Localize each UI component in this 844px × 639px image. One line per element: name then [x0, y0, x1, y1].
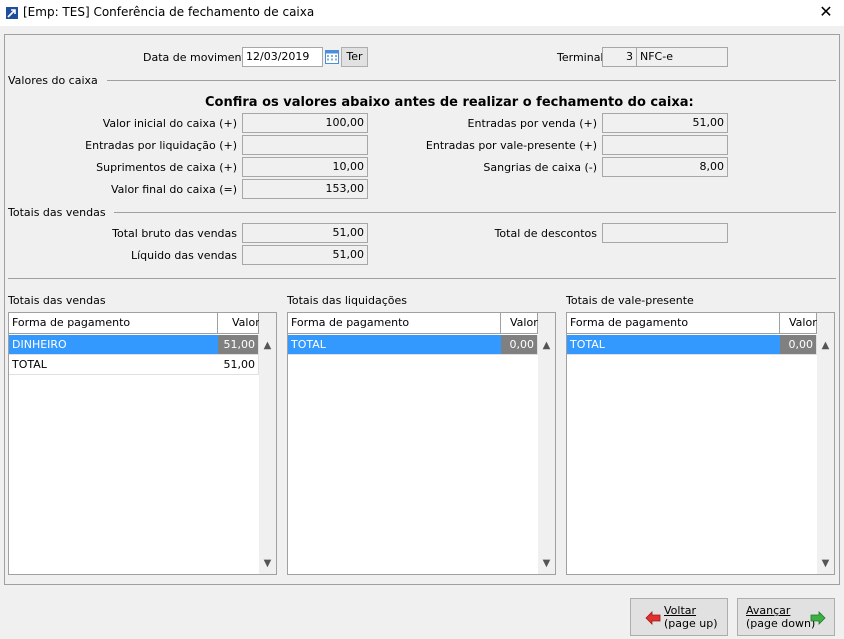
cell-forma: TOTAL: [567, 335, 780, 355]
grid-liquidacoes-title: Totais das liquidações: [287, 294, 407, 307]
data-movimento-label: Data de movimento: [143, 51, 253, 64]
entradas-venda-label: Entradas por venda (+): [467, 117, 597, 130]
grid-header: Forma de pagamento Valor: [9, 313, 260, 334]
table-row[interactable]: TOTAL 51,00: [9, 355, 259, 375]
total-descontos-field: [602, 223, 728, 243]
grid-header: Forma de pagamento Valor: [567, 313, 817, 334]
arrow-left-icon: [645, 611, 661, 625]
suprimentos-label: Suprimentos de caixa (+): [96, 161, 237, 174]
grid-liquidacoes[interactable]: Forma de pagamento Valor TOTAL 0,00 ▲ ▼: [287, 312, 556, 575]
grid-vendas[interactable]: Forma de pagamento Valor DINHEIRO 51,00 …: [8, 312, 277, 575]
voltar-button[interactable]: Voltar (page up): [630, 598, 728, 636]
entradas-vale-field: [602, 135, 728, 155]
table-row[interactable]: DINHEIRO 51,00: [9, 335, 259, 355]
cell-valor: 0,00: [780, 335, 817, 355]
day-of-week-button[interactable]: Ter: [341, 47, 368, 67]
cell-forma: DINHEIRO: [9, 335, 218, 355]
entradas-liquidacao-label: Entradas por liquidação (+): [85, 139, 237, 152]
app-icon: [6, 7, 18, 19]
sangrias-label: Sangrias de caixa (-): [483, 161, 597, 174]
grids-separator: [8, 278, 836, 279]
avancar-button[interactable]: Avançar (page down): [737, 598, 835, 636]
vertical-scrollbar[interactable]: ▲ ▼: [538, 313, 555, 574]
table-row[interactable]: TOTAL 0,00: [567, 335, 817, 355]
window-title: [Emp: TES] Conferência de fechamento de …: [23, 5, 315, 19]
terminal-name-field: NFC-e: [636, 47, 728, 67]
col-valor[interactable]: Valor: [780, 313, 817, 334]
valores-separator: [107, 80, 836, 81]
table-row[interactable]: TOTAL 0,00: [288, 335, 538, 355]
scroll-up-icon[interactable]: ▲: [538, 337, 555, 354]
col-forma-pagamento[interactable]: Forma de pagamento: [9, 313, 218, 334]
col-valor[interactable]: Valor: [218, 313, 260, 334]
scroll-up-icon[interactable]: ▲: [817, 337, 834, 354]
valor-inicial-field: 100,00: [242, 113, 368, 133]
grid-vale-presente[interactable]: Forma de pagamento Valor TOTAL 0,00 ▲ ▼: [566, 312, 835, 575]
sangrias-field: 8,00: [602, 157, 728, 177]
scroll-down-icon[interactable]: ▼: [817, 555, 834, 572]
calendar-icon[interactable]: [325, 49, 339, 64]
cell-forma: TOTAL: [9, 355, 218, 375]
arrow-right-icon: [810, 611, 826, 625]
entradas-venda-field: 51,00: [602, 113, 728, 133]
voltar-button-label: Voltar (page up): [664, 604, 718, 630]
terminal-label: Terminal: [557, 51, 604, 64]
grid-vale-title: Totais de vale-presente: [566, 294, 694, 307]
data-movimento-field[interactable]: 12/03/2019: [242, 47, 323, 67]
scroll-down-icon[interactable]: ▼: [259, 555, 276, 572]
cell-valor: 0,00: [501, 335, 538, 355]
confira-heading: Confira os valores abaixo antes de reali…: [205, 95, 694, 110]
grid-vendas-title: Totais das vendas: [8, 294, 106, 307]
valor-final-field: 153,00: [242, 179, 368, 199]
col-forma-pagamento[interactable]: Forma de pagamento: [288, 313, 501, 334]
cell-valor: 51,00: [218, 335, 259, 355]
liquido-label: Líquido das vendas: [130, 249, 237, 262]
entradas-vale-label: Entradas por vale-presente (+): [425, 139, 597, 152]
valor-inicial-label: Valor inicial do caixa (+): [102, 117, 237, 130]
total-bruto-label: Total bruto das vendas: [112, 227, 237, 240]
liquido-field: 51,00: [242, 245, 368, 265]
valor-final-label: Valor final do caixa (=): [110, 183, 237, 196]
entradas-liquidacao-field: [242, 135, 368, 155]
scroll-up-icon[interactable]: ▲: [259, 337, 276, 354]
grid-header: Forma de pagamento Valor: [288, 313, 538, 334]
totais-vendas-section-label: Totais das vendas: [8, 206, 106, 219]
terminal-number-field: 3: [602, 47, 637, 67]
avancar-button-label: Avançar (page down): [746, 604, 816, 630]
col-valor[interactable]: Valor: [501, 313, 538, 334]
col-forma-pagamento[interactable]: Forma de pagamento: [567, 313, 780, 334]
vertical-scrollbar[interactable]: ▲ ▼: [817, 313, 834, 574]
total-descontos-label: Total de descontos: [494, 227, 597, 240]
close-icon[interactable]: ✕: [818, 2, 834, 22]
scroll-down-icon[interactable]: ▼: [538, 555, 555, 572]
total-bruto-field: 51,00: [242, 223, 368, 243]
vertical-scrollbar[interactable]: ▲ ▼: [259, 313, 276, 574]
suprimentos-field: 10,00: [242, 157, 368, 177]
cell-valor: 51,00: [218, 355, 259, 375]
totais-separator: [114, 212, 836, 213]
valores-caixa-section-label: Valores do caixa: [8, 74, 98, 87]
title-bar: [Emp: TES] Conferência de fechamento de …: [0, 0, 844, 26]
cell-forma: TOTAL: [288, 335, 501, 355]
